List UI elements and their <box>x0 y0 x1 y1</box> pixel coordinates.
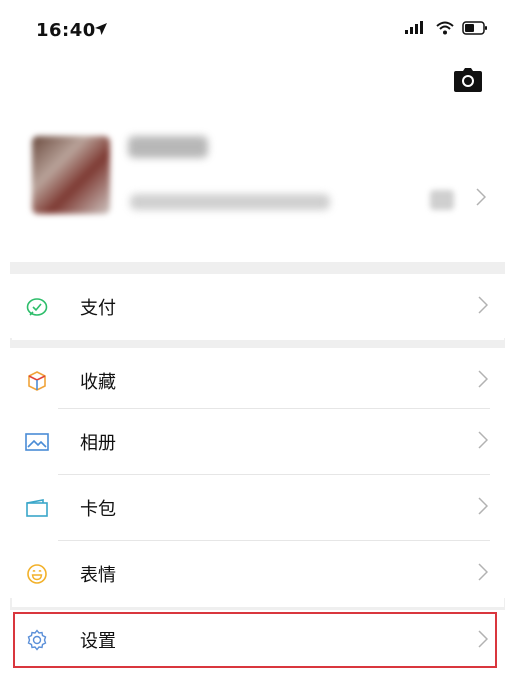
menu-item-cards[interactable]: 卡包 <box>12 475 504 541</box>
section-gap <box>10 262 505 274</box>
menu-item-label: 卡包 <box>80 499 116 520</box>
menu-item-album[interactable]: 相册 <box>12 409 504 475</box>
menu-item-label: 表情 <box>80 565 116 586</box>
chevron-right-icon <box>478 431 489 453</box>
menu-item-label: 设置 <box>80 631 116 652</box>
menu-item-settings[interactable]: 设置 <box>12 610 504 670</box>
status-time: 16:40 <box>36 20 96 41</box>
chevron-right-icon <box>478 497 489 519</box>
nickname-redacted <box>128 136 208 158</box>
chevron-right-icon <box>476 188 487 210</box>
status-indicators <box>404 20 488 39</box>
album-icon <box>24 429 50 455</box>
pay-icon <box>24 294 50 320</box>
cards-wallet-icon <box>24 495 50 521</box>
battery-icon <box>462 20 488 39</box>
menu-item-label: 相册 <box>80 433 116 454</box>
wechat-id-redacted <box>130 194 330 210</box>
wifi-icon <box>436 20 454 39</box>
menu-item-pay[interactable]: 支付 <box>12 274 504 340</box>
qr-code-icon[interactable] <box>430 190 454 210</box>
favorites-cube-icon <box>24 368 50 394</box>
chevron-right-icon <box>478 630 489 652</box>
chevron-right-icon <box>478 296 489 318</box>
chevron-right-icon <box>478 370 489 392</box>
status-bar: 16:40 <box>0 0 510 62</box>
gear-icon <box>24 627 50 653</box>
signal-icon <box>404 20 428 39</box>
chevron-right-icon <box>478 563 489 585</box>
location-arrow-icon <box>94 21 108 40</box>
camera-icon <box>454 68 482 92</box>
profile-card[interactable] <box>0 110 510 260</box>
menu-item-favorites[interactable]: 收藏 <box>12 348 504 414</box>
menu-item-label: 收藏 <box>80 372 116 393</box>
sticker-smile-icon <box>24 561 50 587</box>
menu-item-stickers[interactable]: 表情 <box>12 541 504 607</box>
avatar[interactable] <box>32 136 110 214</box>
menu-item-label: 支付 <box>80 298 116 319</box>
camera-button[interactable] <box>454 68 482 92</box>
